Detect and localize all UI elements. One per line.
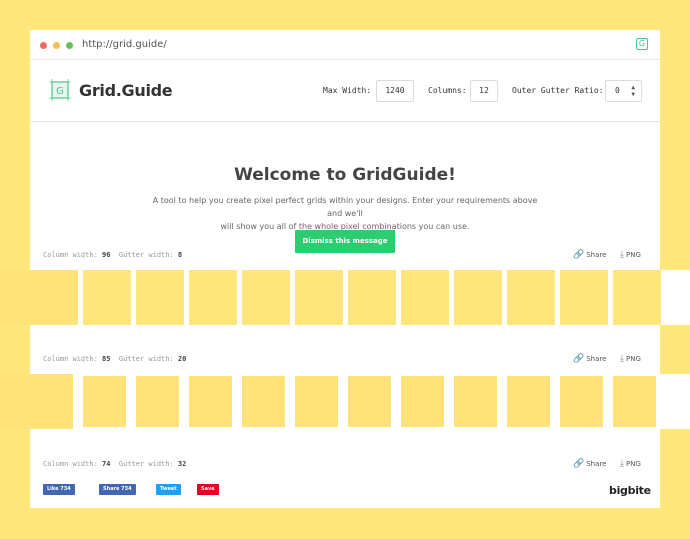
grid-column	[83, 270, 131, 325]
grid-column	[348, 376, 391, 427]
address-bar-url[interactable]: http://grid.guide/	[82, 39, 167, 50]
grid-2-png-button[interactable]: ⤓ PNG	[620, 354, 641, 364]
minimize-window-button[interactable]	[53, 42, 60, 49]
browser-window: http://grid.guide/ G G Grid.Guide Welcom…	[30, 30, 660, 508]
link-icon: 🔗	[573, 459, 585, 469]
grid-column	[83, 376, 126, 427]
grid-2-gutter-width: 20	[177, 355, 187, 363]
brand-name: Grid.Guide	[79, 81, 173, 100]
facebook-share-button[interactable]: Share 734	[99, 484, 136, 495]
grid-1-column-width: 96	[102, 251, 111, 259]
grid-column	[507, 376, 550, 427]
grid-2-share-button[interactable]: 🔗 Share	[573, 354, 606, 364]
grid-column	[242, 376, 285, 427]
grid-column	[454, 376, 497, 427]
outer-gutter-select[interactable]: 0 ▲ ▼	[605, 80, 642, 102]
facebook-like-button[interactable]: Like 734	[43, 484, 75, 495]
grid-2-metrics: Column width: 85 Gutter width: 20	[43, 355, 187, 363]
grid-2-column-width: 85	[102, 355, 111, 363]
close-window-button[interactable]	[40, 42, 47, 49]
grid-column	[348, 270, 396, 325]
grid-column	[295, 270, 343, 325]
grid-1-png-button[interactable]: ⤓ PNG	[620, 250, 641, 260]
grid-1-share-button[interactable]: 🔗 Share	[573, 250, 606, 260]
grid-column	[401, 376, 444, 427]
grid-column	[560, 270, 608, 325]
grid-3-column-width: 74	[102, 460, 111, 468]
max-width-label: Max Width:	[323, 86, 372, 95]
grid-column	[189, 270, 237, 325]
grid-column	[454, 270, 502, 325]
grid-logo-icon: G	[49, 79, 71, 101]
welcome-description: A tool to help you create pixel perfect …	[145, 194, 545, 233]
grid-3-png-button[interactable]: ⤓ PNG	[620, 459, 641, 469]
grid-2-preview	[0, 374, 690, 429]
grid-column	[136, 270, 184, 325]
grid-1-preview	[0, 270, 690, 325]
download-icon: ⤓	[620, 459, 624, 469]
download-icon: ⤓	[620, 250, 624, 260]
grid-column	[401, 270, 449, 325]
outer-gutter-value: 0	[615, 86, 620, 95]
twitter-tweet-button[interactable]: Tweet	[156, 484, 181, 495]
max-width-input[interactable]: 1240	[376, 80, 414, 102]
select-arrows-icon: ▲ ▼	[631, 84, 635, 98]
grid-1-gutter-width: 8	[177, 251, 183, 259]
grid-3-gutter-width: 32	[177, 460, 187, 468]
bigbite-logo[interactable]: bigbite	[609, 484, 651, 497]
dismiss-button[interactable]: Dismiss this message	[295, 230, 395, 253]
grid-column	[560, 376, 603, 427]
grid-column	[136, 376, 179, 427]
favicon-icon: G	[636, 38, 648, 50]
welcome-line-1: A tool to help you create pixel perfect …	[152, 196, 538, 218]
grid-column	[189, 376, 232, 427]
grid-column	[507, 270, 555, 325]
grid-3-share-button[interactable]: 🔗 Share	[573, 459, 606, 469]
grid-column	[0, 270, 78, 325]
grid-column	[613, 376, 656, 427]
welcome-title: Welcome to GridGuide!	[234, 165, 456, 185]
grid-column	[0, 374, 73, 429]
grid-3-metrics: Column width: 74 Gutter width: 32	[43, 460, 187, 468]
outer-gutter-label: Outer Gutter Ratio:	[512, 86, 604, 95]
svg-text:G: G	[56, 86, 64, 97]
maximize-window-button[interactable]	[66, 42, 73, 49]
download-icon: ⤓	[620, 354, 624, 364]
grid-column	[242, 270, 290, 325]
grid-column	[295, 376, 338, 427]
pinterest-save-button[interactable]: Save	[197, 484, 219, 495]
grid-1-metrics: Column width: 96 Gutter width: 8	[43, 251, 183, 259]
link-icon: 🔗	[573, 354, 585, 364]
columns-label: Columns:	[428, 86, 467, 95]
link-icon: 🔗	[573, 250, 585, 260]
grid-column	[613, 270, 661, 325]
columns-input[interactable]: 12	[470, 80, 498, 102]
browser-titlebar: http://grid.guide/ G	[30, 30, 660, 60]
